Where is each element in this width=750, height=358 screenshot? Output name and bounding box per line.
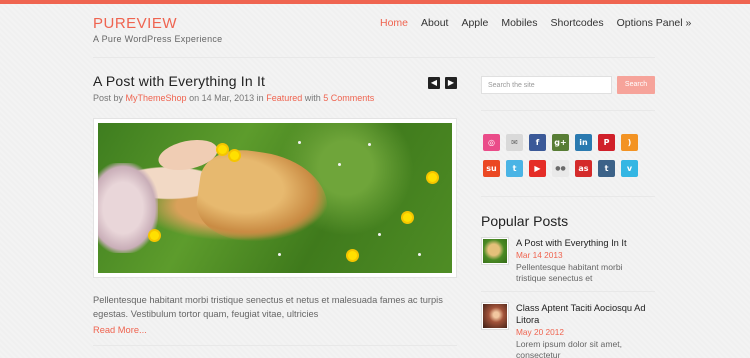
image-daisy — [298, 141, 301, 144]
nav-item-options-panel[interactable]: Options Panel » — [617, 17, 692, 29]
popular-post-item: Class Aptent Taciti Aociosqu Ad Litora M… — [481, 302, 655, 358]
read-more-link[interactable]: Read More... — [93, 325, 147, 335]
image-flower — [348, 251, 357, 260]
image-flower — [230, 151, 239, 160]
post-excerpt: Pellentesque habitant morbi tristique se… — [93, 295, 443, 319]
nav-item-about[interactable]: About — [421, 17, 448, 29]
image-flower — [218, 145, 227, 154]
prev-post-arrow-icon[interactable]: ◀ — [428, 77, 440, 89]
search-input[interactable]: Search the site — [481, 76, 612, 94]
image-daisy — [378, 233, 381, 236]
header-divider — [93, 57, 655, 58]
popular-post-title[interactable]: Class Aptent Taciti Aociosqu Ad Litora — [516, 302, 654, 326]
meta-with: with — [304, 93, 321, 103]
main-nav: Home About Apple Mobiles Shortcodes Opti… — [380, 17, 691, 29]
image-daisy — [338, 163, 341, 166]
rss-icon[interactable]: ) — [621, 134, 638, 151]
lastfm-icon[interactable]: as — [575, 160, 592, 177]
social-icons: ◎ ✉ f g+ in P ) su t ▶ ●● as t v — [483, 134, 653, 177]
image-daisy — [418, 253, 421, 256]
meta-on: on — [189, 93, 200, 103]
featured-image[interactable] — [98, 123, 452, 273]
stumbleupon-icon[interactable]: su — [483, 160, 500, 177]
meta-in: in — [256, 93, 264, 103]
popular-post-thumbnail[interactable] — [481, 302, 509, 330]
popular-post-date: May 20 2012 — [516, 327, 564, 337]
meta-prefix: Post by — [93, 93, 124, 103]
site-logo[interactable]: PUREVIEW — [93, 15, 177, 32]
flickr-icon[interactable]: ●● — [552, 160, 569, 177]
nav-item-apple[interactable]: Apple — [461, 17, 488, 29]
image-dress-shape — [98, 163, 158, 253]
email-icon[interactable]: ✉ — [506, 134, 523, 151]
post-divider — [93, 345, 457, 346]
pinterest-icon[interactable]: P — [598, 134, 615, 151]
post-category-link[interactable]: Featured — [266, 93, 302, 103]
popular-post-title[interactable]: A Post with Everything In It — [516, 237, 654, 249]
image-daisy — [278, 253, 281, 256]
popular-post-date: Mar 14 2013 — [516, 250, 563, 260]
tumblr-icon[interactable]: t — [598, 160, 615, 177]
sidebar-divider — [481, 196, 655, 197]
popular-post-thumbnail[interactable] — [481, 237, 509, 265]
popular-posts-heading: Popular Posts — [481, 213, 569, 229]
nav-item-shortcodes[interactable]: Shortcodes — [551, 17, 604, 29]
next-post-arrow-icon[interactable]: ▶ — [445, 77, 457, 89]
dribbble-icon[interactable]: ◎ — [483, 134, 500, 151]
image-hair-shape — [192, 144, 334, 252]
popular-post-item: A Post with Everything In It Mar 14 2013… — [481, 237, 655, 289]
thumbnail-image — [483, 239, 507, 263]
linkedin-icon[interactable]: in — [575, 134, 592, 151]
post-date: 14 Mar, 2013 — [201, 93, 255, 103]
post-meta: Post by MyThemeShop on 14 Mar, 2013 in F… — [93, 93, 374, 103]
youtube-icon[interactable]: ▶ — [529, 160, 546, 177]
post-author-link[interactable]: MyThemeShop — [126, 93, 187, 103]
vimeo-icon[interactable]: v — [621, 160, 638, 177]
popular-post-excerpt: Pellentesque habitant morbi tristique se… — [516, 262, 623, 283]
thumbnail-image — [483, 304, 507, 328]
nav-item-mobiles[interactable]: Mobiles — [501, 17, 537, 29]
nav-item-home[interactable]: Home — [380, 17, 408, 29]
popular-post-divider — [481, 291, 655, 292]
twitter-icon[interactable]: t — [506, 160, 523, 177]
sidebar-divider — [481, 110, 655, 111]
image-flower — [428, 173, 437, 182]
image-daisy — [368, 143, 371, 146]
image-flower — [150, 231, 159, 240]
facebook-icon[interactable]: f — [529, 134, 546, 151]
site-tagline: A Pure WordPress Experience — [93, 34, 223, 44]
search-button[interactable]: Search — [617, 76, 655, 94]
post-comments-link[interactable]: 5 Comments — [323, 93, 374, 103]
featured-image-frame[interactable] — [93, 118, 457, 278]
post-title[interactable]: A Post with Everything In It — [93, 73, 265, 89]
googleplus-icon[interactable]: g+ — [552, 134, 569, 151]
popular-post-excerpt: Lorem ipsum dolor sit amet, consectetur — [516, 339, 623, 358]
image-flower — [403, 213, 412, 222]
